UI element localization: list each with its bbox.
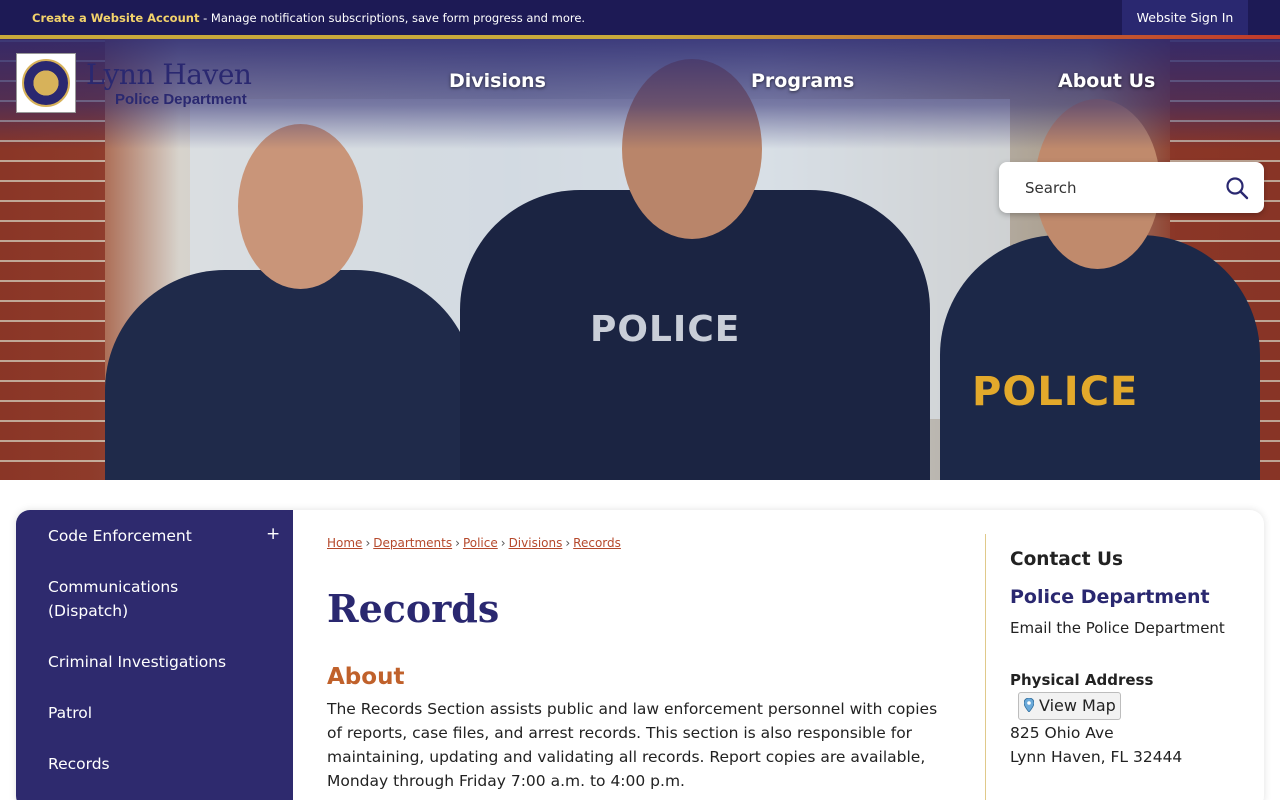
search-input[interactable] bbox=[1025, 176, 1215, 200]
map-pin-icon bbox=[1024, 698, 1034, 712]
account-promo: Create a Website Account - Manage notifi… bbox=[32, 11, 585, 25]
breadcrumb-separator: › bbox=[500, 536, 506, 550]
vest-police-center: POLICE bbox=[590, 309, 741, 350]
view-map-button[interactable]: View Map bbox=[1018, 692, 1121, 720]
address-heading: Physical Address bbox=[1010, 671, 1154, 689]
column-divider bbox=[985, 534, 986, 800]
sidebar-item-criminal-investigations[interactable]: Criminal Investigations bbox=[48, 650, 226, 674]
website-sign-in-button[interactable]: Website Sign In bbox=[1122, 0, 1248, 35]
breadcrumb-home[interactable]: Home bbox=[327, 536, 362, 550]
vest-police-right: POLICE bbox=[972, 369, 1139, 415]
breadcrumb-police[interactable]: Police bbox=[463, 536, 498, 550]
breadcrumb: Home › Departments › Police › Divisions › Record… bbox=[327, 536, 621, 550]
nav-programs[interactable]: Programs bbox=[751, 70, 854, 92]
content-card: Code Enforcement + Communications (Dispa… bbox=[16, 510, 1264, 800]
breadcrumb-divisions[interactable]: Divisions bbox=[509, 536, 563, 550]
about-text: The Records Section assists public and l… bbox=[327, 700, 938, 790]
breadcrumb-records[interactable]: Records bbox=[573, 536, 621, 550]
account-promo-text: - Manage notification subscriptions, sav… bbox=[199, 11, 586, 25]
breadcrumb-separator: › bbox=[455, 536, 460, 550]
address-street: 825 Ohio Ave bbox=[1010, 724, 1114, 742]
expand-plus-icon[interactable]: + bbox=[266, 524, 280, 544]
breadcrumb-departments[interactable]: Departments bbox=[373, 536, 452, 550]
about-heading: About bbox=[327, 664, 405, 690]
police-seal-icon bbox=[22, 59, 70, 107]
logo-title[interactable]: Lynn Haven bbox=[86, 58, 252, 91]
contact-heading: Contact Us bbox=[1010, 549, 1124, 570]
officer-left bbox=[105, 270, 475, 480]
search-icon[interactable] bbox=[1225, 176, 1249, 200]
nav-divisions[interactable]: Divisions bbox=[449, 70, 546, 92]
sidebar-item-communications[interactable]: Communications (Dispatch) bbox=[48, 575, 208, 623]
sidebar-item-code-enforcement[interactable]: Code Enforcement bbox=[48, 524, 192, 548]
breadcrumb-separator: › bbox=[565, 536, 571, 550]
address-city: Lynn Haven, FL 32444 bbox=[1010, 748, 1183, 766]
nav-about-us[interactable]: About Us bbox=[1058, 70, 1155, 92]
logo-subtitle[interactable]: Police Department bbox=[115, 91, 247, 108]
view-map-label: View Map bbox=[1039, 696, 1116, 715]
department-seal-logo[interactable] bbox=[16, 53, 76, 113]
sidebar-item-patrol[interactable]: Patrol bbox=[48, 701, 92, 725]
search-box bbox=[999, 162, 1264, 213]
sidebar-item-records[interactable]: Records bbox=[48, 752, 110, 776]
notification-bar: Create a Website Account - Manage notifi… bbox=[0, 0, 1280, 35]
create-account-link[interactable]: Create a Website Account bbox=[32, 11, 199, 25]
page-title: Records bbox=[327, 586, 500, 631]
officer-right bbox=[940, 235, 1260, 480]
side-navigation: Code Enforcement + Communications (Dispa… bbox=[16, 510, 293, 800]
breadcrumb-separator: › bbox=[365, 536, 371, 550]
contact-department: Police Department bbox=[1010, 586, 1210, 608]
email-department-link[interactable]: Email the Police Department bbox=[1010, 619, 1225, 637]
